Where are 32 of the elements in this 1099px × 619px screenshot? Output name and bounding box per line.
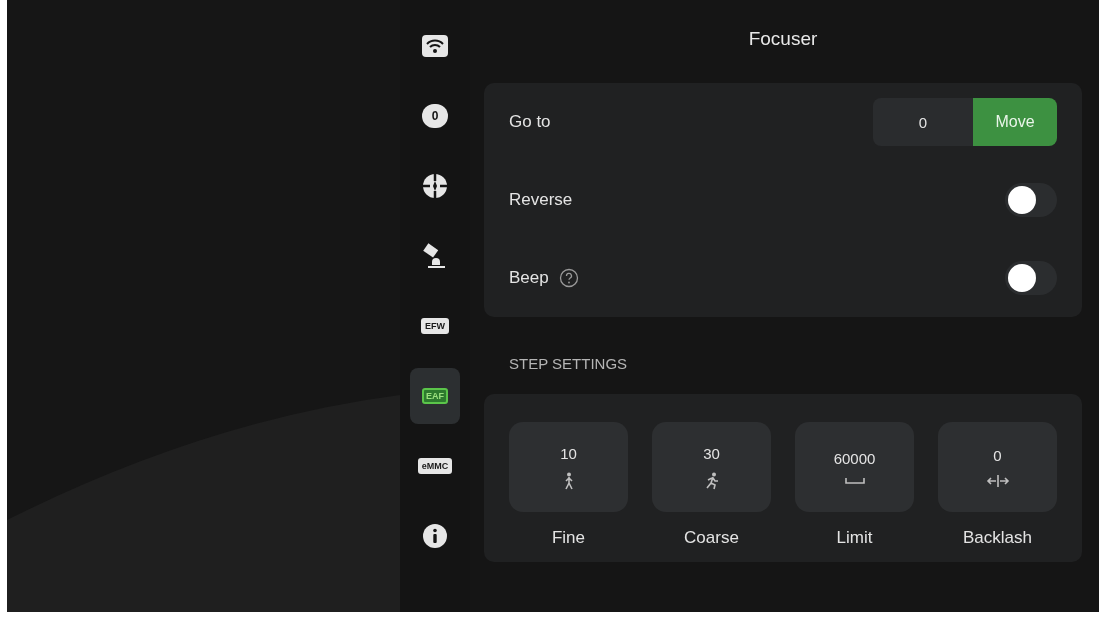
step-value-button[interactable]: 60000 <box>795 422 914 512</box>
section-heading: STEP SETTINGS <box>508 354 629 374</box>
step-value-button[interactable]: 0 <box>938 422 1057 512</box>
toggle-switch[interactable] <box>1005 261 1057 295</box>
step-value-button[interactable]: 30 <box>652 422 771 512</box>
step-label: Fine <box>551 528 586 548</box>
efw-icon: EFW <box>421 318 449 334</box>
crosshair-icon <box>422 173 448 199</box>
step-value-button[interactable]: 10 <box>509 422 628 512</box>
sidebar-item[interactable]: eMMC <box>410 438 460 494</box>
info-icon <box>423 524 447 548</box>
emmc-icon: eMMC <box>417 458 453 474</box>
help-icon <box>558 268 579 288</box>
sidebar-item[interactable]: 0 <box>410 88 460 144</box>
step-label: Limit <box>836 528 873 548</box>
setting-label: Go to <box>509 112 551 132</box>
sidebar-item[interactable]: EFW <box>410 298 460 354</box>
eaf-icon: EAF <box>422 388 448 404</box>
move-button[interactable]: Move <box>973 98 1057 146</box>
toggle-switch[interactable] <box>1005 183 1057 217</box>
position-input[interactable]: 0 <box>873 98 973 146</box>
telescope-icon <box>423 242 447 270</box>
step-label: Coarse <box>684 528 739 548</box>
step-label: Backlash <box>963 528 1032 548</box>
running-icon <box>703 471 720 490</box>
setting-label: Beep <box>509 268 549 288</box>
page-title: Focuser <box>747 27 819 51</box>
split-arrows-icon <box>985 473 1010 488</box>
setting-label: Reverse <box>509 190 573 210</box>
wifi-icon <box>422 35 448 57</box>
camera-icon: 0 <box>422 104 448 128</box>
bracket-icon <box>844 476 865 485</box>
